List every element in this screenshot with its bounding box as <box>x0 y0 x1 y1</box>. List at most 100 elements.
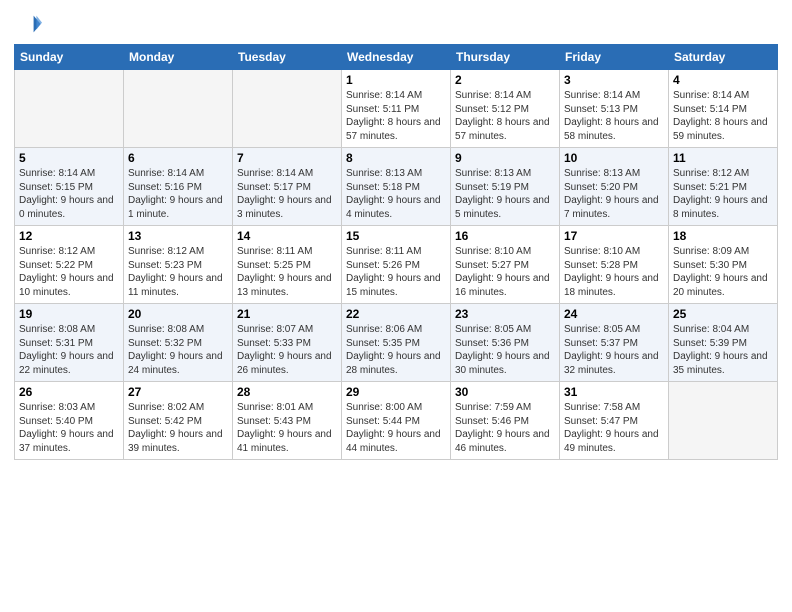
day-number: 3 <box>564 73 664 87</box>
calendar-cell: 9 Sunrise: 8:13 AM Sunset: 5:19 PM Daylig… <box>451 148 560 226</box>
day-number: 13 <box>128 229 228 243</box>
day-number: 16 <box>455 229 555 243</box>
day-number: 8 <box>346 151 446 165</box>
day-number: 22 <box>346 307 446 321</box>
calendar-cell: 6 Sunrise: 8:14 AM Sunset: 5:16 PM Daylig… <box>124 148 233 226</box>
calendar-cell: 22 Sunrise: 8:06 AM Sunset: 5:35 PM Dayli… <box>342 304 451 382</box>
calendar-cell <box>233 70 342 148</box>
calendar-cell: 2Sunrise: 8:14 AM Sunset: 5:12 PM Daylig… <box>451 70 560 148</box>
day-number: 30 <box>455 385 555 399</box>
logo-icon <box>14 10 42 38</box>
day-number: 1 <box>346 73 446 87</box>
calendar-cell: 27 Sunrise: 8:02 AM Sunset: 5:42 PM Dayli… <box>124 382 233 460</box>
calendar-cell: 8 Sunrise: 8:13 AM Sunset: 5:18 PM Daylig… <box>342 148 451 226</box>
calendar-cell <box>15 70 124 148</box>
day-number: 5 <box>19 151 119 165</box>
day-info: Sunrise: 8:01 AM Sunset: 5:43 PM Dayligh… <box>237 401 337 455</box>
col-header-wednesday: Wednesday <box>342 45 451 70</box>
day-info: Sunrise: 8:05 AM Sunset: 5:36 PM Dayligh… <box>455 323 555 377</box>
day-info: Sunrise: 8:14 AM Sunset: 5:11 PM Dayligh… <box>346 89 446 143</box>
day-number: 9 <box>455 151 555 165</box>
day-number: 6 <box>128 151 228 165</box>
day-number: 11 <box>673 151 773 165</box>
col-header-sunday: Sunday <box>15 45 124 70</box>
calendar-header-row: SundayMondayTuesdayWednesdayThursdayFrid… <box>15 45 778 70</box>
calendar-cell: 30 Sunrise: 7:59 AM Sunset: 5:46 PM Dayli… <box>451 382 560 460</box>
calendar-cell: 26 Sunrise: 8:03 AM Sunset: 5:40 PM Dayli… <box>15 382 124 460</box>
day-info: Sunrise: 8:02 AM Sunset: 5:42 PM Dayligh… <box>128 401 228 455</box>
day-info: Sunrise: 8:13 AM Sunset: 5:20 PM Dayligh… <box>564 167 664 221</box>
day-number: 14 <box>237 229 337 243</box>
day-number: 23 <box>455 307 555 321</box>
calendar-cell: 11 Sunrise: 8:12 AM Sunset: 5:21 PM Dayli… <box>669 148 778 226</box>
day-number: 27 <box>128 385 228 399</box>
day-info: Sunrise: 8:14 AM Sunset: 5:16 PM Dayligh… <box>128 167 228 221</box>
calendar-cell: 21 Sunrise: 8:07 AM Sunset: 5:33 PM Dayli… <box>233 304 342 382</box>
calendar-cell: 1 Sunrise: 8:14 AM Sunset: 5:11 PM Daylig… <box>342 70 451 148</box>
calendar-cell: 13Sunrise: 8:12 AM Sunset: 5:23 PM Dayli… <box>124 226 233 304</box>
header <box>14 10 778 38</box>
day-number: 24 <box>564 307 664 321</box>
day-number: 7 <box>237 151 337 165</box>
day-info: Sunrise: 8:09 AM Sunset: 5:30 PM Dayligh… <box>673 245 773 299</box>
calendar-cell: 5 Sunrise: 8:14 AM Sunset: 5:15 PM Daylig… <box>15 148 124 226</box>
calendar-cell: 18Sunrise: 8:09 AM Sunset: 5:30 PM Dayli… <box>669 226 778 304</box>
calendar-cell: 17 Sunrise: 8:10 AM Sunset: 5:28 PM Dayli… <box>560 226 669 304</box>
day-info: Sunrise: 8:13 AM Sunset: 5:19 PM Dayligh… <box>455 167 555 221</box>
day-info: Sunrise: 8:12 AM Sunset: 5:22 PM Dayligh… <box>19 245 119 299</box>
calendar-week-row: 26 Sunrise: 8:03 AM Sunset: 5:40 PM Dayli… <box>15 382 778 460</box>
calendar-cell: 12 Sunrise: 8:12 AM Sunset: 5:22 PM Dayli… <box>15 226 124 304</box>
calendar-cell: 15 Sunrise: 8:11 AM Sunset: 5:26 PM Dayli… <box>342 226 451 304</box>
calendar-week-row: 1 Sunrise: 8:14 AM Sunset: 5:11 PM Daylig… <box>15 70 778 148</box>
day-info: Sunrise: 7:59 AM Sunset: 5:46 PM Dayligh… <box>455 401 555 455</box>
day-info: Sunrise: 8:14 AM Sunset: 5:17 PM Dayligh… <box>237 167 337 221</box>
calendar-cell: 24Sunrise: 8:05 AM Sunset: 5:37 PM Dayli… <box>560 304 669 382</box>
day-info: Sunrise: 8:14 AM Sunset: 5:13 PM Dayligh… <box>564 89 664 143</box>
day-number: 29 <box>346 385 446 399</box>
calendar-cell: 19Sunrise: 8:08 AM Sunset: 5:31 PM Dayli… <box>15 304 124 382</box>
day-info: Sunrise: 8:10 AM Sunset: 5:27 PM Dayligh… <box>455 245 555 299</box>
calendar-cell: 4Sunrise: 8:14 AM Sunset: 5:14 PM Daylig… <box>669 70 778 148</box>
day-info: Sunrise: 8:11 AM Sunset: 5:25 PM Dayligh… <box>237 245 337 299</box>
calendar-cell <box>124 70 233 148</box>
day-info: Sunrise: 8:00 AM Sunset: 5:44 PM Dayligh… <box>346 401 446 455</box>
day-info: Sunrise: 8:08 AM Sunset: 5:32 PM Dayligh… <box>128 323 228 377</box>
day-info: Sunrise: 8:06 AM Sunset: 5:35 PM Dayligh… <box>346 323 446 377</box>
day-info: Sunrise: 8:03 AM Sunset: 5:40 PM Dayligh… <box>19 401 119 455</box>
day-number: 21 <box>237 307 337 321</box>
col-header-saturday: Saturday <box>669 45 778 70</box>
calendar-cell: 16 Sunrise: 8:10 AM Sunset: 5:27 PM Dayli… <box>451 226 560 304</box>
day-info: Sunrise: 8:04 AM Sunset: 5:39 PM Dayligh… <box>673 323 773 377</box>
day-number: 10 <box>564 151 664 165</box>
calendar-cell: 28 Sunrise: 8:01 AM Sunset: 5:43 PM Dayli… <box>233 382 342 460</box>
calendar-week-row: 5 Sunrise: 8:14 AM Sunset: 5:15 PM Daylig… <box>15 148 778 226</box>
calendar-cell: 23 Sunrise: 8:05 AM Sunset: 5:36 PM Dayli… <box>451 304 560 382</box>
day-number: 2 <box>455 73 555 87</box>
day-info: Sunrise: 8:13 AM Sunset: 5:18 PM Dayligh… <box>346 167 446 221</box>
day-info: Sunrise: 8:14 AM Sunset: 5:15 PM Dayligh… <box>19 167 119 221</box>
calendar-week-row: 19Sunrise: 8:08 AM Sunset: 5:31 PM Dayli… <box>15 304 778 382</box>
calendar-cell: 31Sunrise: 7:58 AM Sunset: 5:47 PM Dayli… <box>560 382 669 460</box>
day-number: 12 <box>19 229 119 243</box>
day-info: Sunrise: 8:14 AM Sunset: 5:14 PM Dayligh… <box>673 89 773 143</box>
day-info: Sunrise: 8:07 AM Sunset: 5:33 PM Dayligh… <box>237 323 337 377</box>
logo <box>14 10 44 38</box>
calendar-cell: 14 Sunrise: 8:11 AM Sunset: 5:25 PM Dayli… <box>233 226 342 304</box>
day-number: 17 <box>564 229 664 243</box>
col-header-monday: Monday <box>124 45 233 70</box>
col-header-thursday: Thursday <box>451 45 560 70</box>
day-number: 26 <box>19 385 119 399</box>
day-info: Sunrise: 8:11 AM Sunset: 5:26 PM Dayligh… <box>346 245 446 299</box>
day-info: Sunrise: 8:08 AM Sunset: 5:31 PM Dayligh… <box>19 323 119 377</box>
calendar-cell: 10 Sunrise: 8:13 AM Sunset: 5:20 PM Dayli… <box>560 148 669 226</box>
day-info: Sunrise: 8:12 AM Sunset: 5:21 PM Dayligh… <box>673 167 773 221</box>
day-number: 28 <box>237 385 337 399</box>
calendar-cell: 7 Sunrise: 8:14 AM Sunset: 5:17 PM Daylig… <box>233 148 342 226</box>
col-header-tuesday: Tuesday <box>233 45 342 70</box>
day-number: 15 <box>346 229 446 243</box>
calendar-cell: 3 Sunrise: 8:14 AM Sunset: 5:13 PM Daylig… <box>560 70 669 148</box>
day-info: Sunrise: 8:10 AM Sunset: 5:28 PM Dayligh… <box>564 245 664 299</box>
calendar-cell: 20Sunrise: 8:08 AM Sunset: 5:32 PM Dayli… <box>124 304 233 382</box>
day-info: Sunrise: 7:58 AM Sunset: 5:47 PM Dayligh… <box>564 401 664 455</box>
col-header-friday: Friday <box>560 45 669 70</box>
